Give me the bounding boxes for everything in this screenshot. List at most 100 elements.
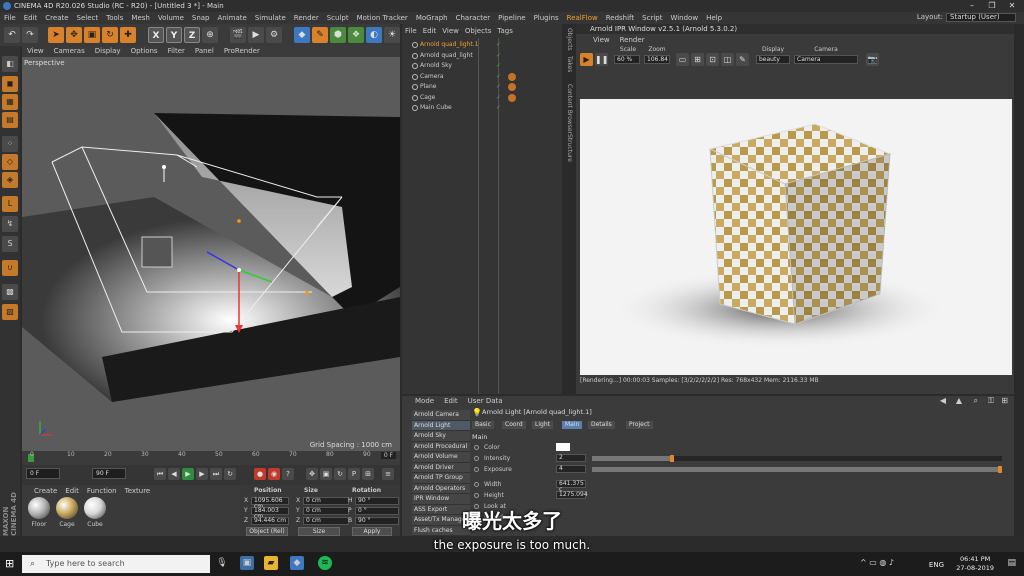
param-value-field[interactable]: 4 bbox=[556, 465, 586, 473]
viewport-menu-display[interactable]: Display bbox=[90, 46, 126, 57]
arnold-menu-ipr-window[interactable]: IPR Window bbox=[412, 494, 470, 505]
cube-primitive-icon[interactable]: ◆ bbox=[294, 27, 310, 43]
key-position-icon[interactable]: ✥ bbox=[306, 468, 318, 480]
visibility-check-icon[interactable]: ✓ bbox=[496, 103, 501, 113]
ipr-picker-icon[interactable]: ✎ bbox=[736, 53, 749, 66]
menu-item-window[interactable]: Window bbox=[666, 12, 702, 24]
menu-item-sculpt[interactable]: Sculpt bbox=[323, 12, 353, 24]
pen-spline-icon[interactable]: ✎ bbox=[312, 27, 328, 43]
select-arrow-icon[interactable]: ➤ bbox=[48, 27, 64, 43]
spotify-icon[interactable]: ≋ bbox=[318, 556, 332, 570]
keyframe-selection-icon[interactable]: ? bbox=[282, 468, 294, 480]
material-menu-texture[interactable]: Texture bbox=[121, 486, 155, 496]
key-scale-icon[interactable]: ▣ bbox=[320, 468, 332, 480]
taskbar-clock[interactable]: 06:41 PM 27-08-2019 bbox=[956, 555, 994, 573]
windows-start-icon[interactable]: ⊞ bbox=[5, 557, 14, 570]
side-tab-objects[interactable]: Objects bbox=[563, 28, 575, 51]
menu-item-character[interactable]: Character bbox=[452, 12, 495, 24]
key-pla-icon[interactable]: ⊞ bbox=[362, 468, 374, 480]
loop-icon[interactable]: ↻ bbox=[224, 468, 236, 480]
animate-dot-icon[interactable] bbox=[474, 467, 479, 472]
model-mode-icon[interactable]: ◼ bbox=[2, 76, 18, 92]
param-value-field[interactable]: 641.375 c bbox=[556, 480, 586, 493]
viewport-menu-panel[interactable]: Panel bbox=[190, 46, 219, 57]
previous-key-icon[interactable]: ◀ bbox=[168, 468, 180, 480]
menu-item-help[interactable]: Help bbox=[702, 12, 726, 24]
task-view-icon[interactable]: ▣ bbox=[240, 556, 254, 570]
end-frame-field[interactable]: 90 F bbox=[92, 468, 126, 479]
render-view-icon[interactable]: 🎬 bbox=[230, 27, 246, 43]
axis-z-lock-button[interactable]: Z bbox=[184, 27, 200, 43]
workplane-icon[interactable]: ▤ bbox=[2, 112, 18, 128]
color-swatch[interactable] bbox=[556, 443, 570, 451]
points-mode-icon[interactable]: ⁘ bbox=[2, 136, 18, 152]
motion-tracks-icon[interactable]: ≡ bbox=[382, 468, 394, 480]
attr-tab-main[interactable]: Main bbox=[562, 421, 583, 429]
param-slider-knob[interactable] bbox=[670, 455, 674, 462]
key-parameter-icon[interactable]: P bbox=[348, 468, 360, 480]
move-tool-icon[interactable]: ✥ bbox=[66, 27, 82, 43]
object-menu-file[interactable]: File bbox=[402, 27, 420, 35]
attr-tab-basic[interactable]: Basic bbox=[472, 421, 494, 429]
tweak-mode-icon[interactable]: ↯ bbox=[2, 216, 18, 232]
input-language[interactable]: ENG bbox=[929, 561, 944, 569]
arnold-menu-arnold-light[interactable]: Arnold Light bbox=[412, 420, 470, 431]
menu-item-mograph[interactable]: MoGraph bbox=[412, 12, 452, 24]
menu-item-script[interactable]: Script bbox=[638, 12, 666, 24]
menu-item-volume[interactable]: Volume bbox=[154, 12, 188, 24]
param-value-field[interactable]: 1275.094 bbox=[556, 491, 588, 499]
object-menu-tags[interactable]: Tags bbox=[494, 27, 516, 35]
axis-mode-icon[interactable]: L bbox=[2, 196, 18, 212]
arnold-menu-arnold-operators[interactable]: Arnold Operators bbox=[412, 483, 470, 494]
ipr-menu-view[interactable]: View bbox=[588, 36, 615, 44]
object-tag-icon[interactable] bbox=[508, 93, 516, 102]
timeline-ruler[interactable]: 0 F 0 10 20 30 40 50 60 70 80 90 bbox=[22, 451, 400, 465]
animate-dot-icon[interactable] bbox=[474, 445, 479, 450]
menu-item-mesh[interactable]: Mesh bbox=[127, 12, 153, 24]
side-tab-content-browser[interactable]: Content Browser bbox=[563, 84, 575, 134]
attr-tab-light[interactable]: Light bbox=[532, 421, 553, 429]
object-tag-icon[interactable] bbox=[508, 83, 516, 91]
visibility-check-icon[interactable]: ✓ bbox=[496, 40, 501, 50]
menu-item-plugins[interactable]: Plugins bbox=[530, 12, 563, 24]
menu-item-realflow[interactable]: RealFlow bbox=[563, 12, 602, 24]
scale-tool-icon[interactable]: ▣ bbox=[84, 27, 100, 43]
param-slider-track[interactable] bbox=[592, 466, 1002, 473]
visibility-check-icon[interactable]: ✓ bbox=[496, 61, 501, 71]
animate-dot-icon[interactable] bbox=[474, 482, 479, 487]
menu-item-edit[interactable]: Edit bbox=[20, 12, 42, 24]
attribute-menu-mode[interactable]: Mode bbox=[410, 396, 439, 406]
layout-dropdown[interactable]: Startup (User) bbox=[946, 13, 1016, 22]
polygons-mode-icon[interactable]: ◈ bbox=[2, 172, 18, 188]
menu-item-select[interactable]: Select bbox=[73, 12, 103, 24]
attribute-menu-user-data[interactable]: User Data bbox=[463, 396, 508, 406]
ipr-play-icon[interactable]: ▶ bbox=[580, 53, 593, 66]
deformer-icon[interactable]: ◐ bbox=[366, 27, 382, 43]
menu-item-snap[interactable]: Snap bbox=[188, 12, 214, 24]
render-picture-viewer-icon[interactable]: ▶ bbox=[248, 27, 264, 43]
arnold-menu-arnold-camera[interactable]: Arnold Camera bbox=[412, 410, 470, 421]
file-explorer-icon[interactable]: ▰ bbox=[264, 556, 278, 570]
menu-item-create[interactable]: Create bbox=[41, 12, 72, 24]
viewport-menu-view[interactable]: View bbox=[22, 46, 49, 57]
cloner-icon[interactable]: ❖ bbox=[348, 27, 364, 43]
object-row[interactable]: Arnold quad_light.1 ✓ bbox=[404, 40, 560, 50]
arnold-menu-arnold-procedural[interactable]: Arnold Procedural bbox=[412, 441, 470, 452]
main-cube-object[interactable] bbox=[141, 236, 173, 268]
menu-item-motion-tracker[interactable]: Motion Tracker bbox=[353, 12, 412, 24]
object-row[interactable]: Arnold Sky ✓ bbox=[404, 61, 560, 71]
coordinate-system-icon[interactable]: ⊕ bbox=[202, 27, 218, 43]
object-tag-icon[interactable] bbox=[508, 72, 516, 81]
make-editable-icon[interactable]: ◧ bbox=[2, 56, 18, 72]
object-row[interactable]: Plane ✓ bbox=[404, 82, 560, 92]
visibility-check-icon[interactable]: ✓ bbox=[496, 93, 501, 103]
arnold-menu-arnold-driver[interactable]: Arnold Driver bbox=[412, 462, 470, 473]
viewport-menu-prorender[interactable]: ProRender bbox=[219, 46, 265, 57]
axis-y-lock-button[interactable]: Y bbox=[166, 27, 182, 43]
menu-item-file[interactable]: File bbox=[0, 12, 20, 24]
menu-item-animate[interactable]: Animate bbox=[214, 12, 251, 24]
param-value-field[interactable]: 2 bbox=[556, 454, 586, 462]
texture-mode-icon[interactable]: ▦ bbox=[2, 94, 18, 110]
param-slider-track[interactable] bbox=[592, 455, 1002, 462]
object-row[interactable]: Cage ✓ bbox=[404, 93, 560, 103]
